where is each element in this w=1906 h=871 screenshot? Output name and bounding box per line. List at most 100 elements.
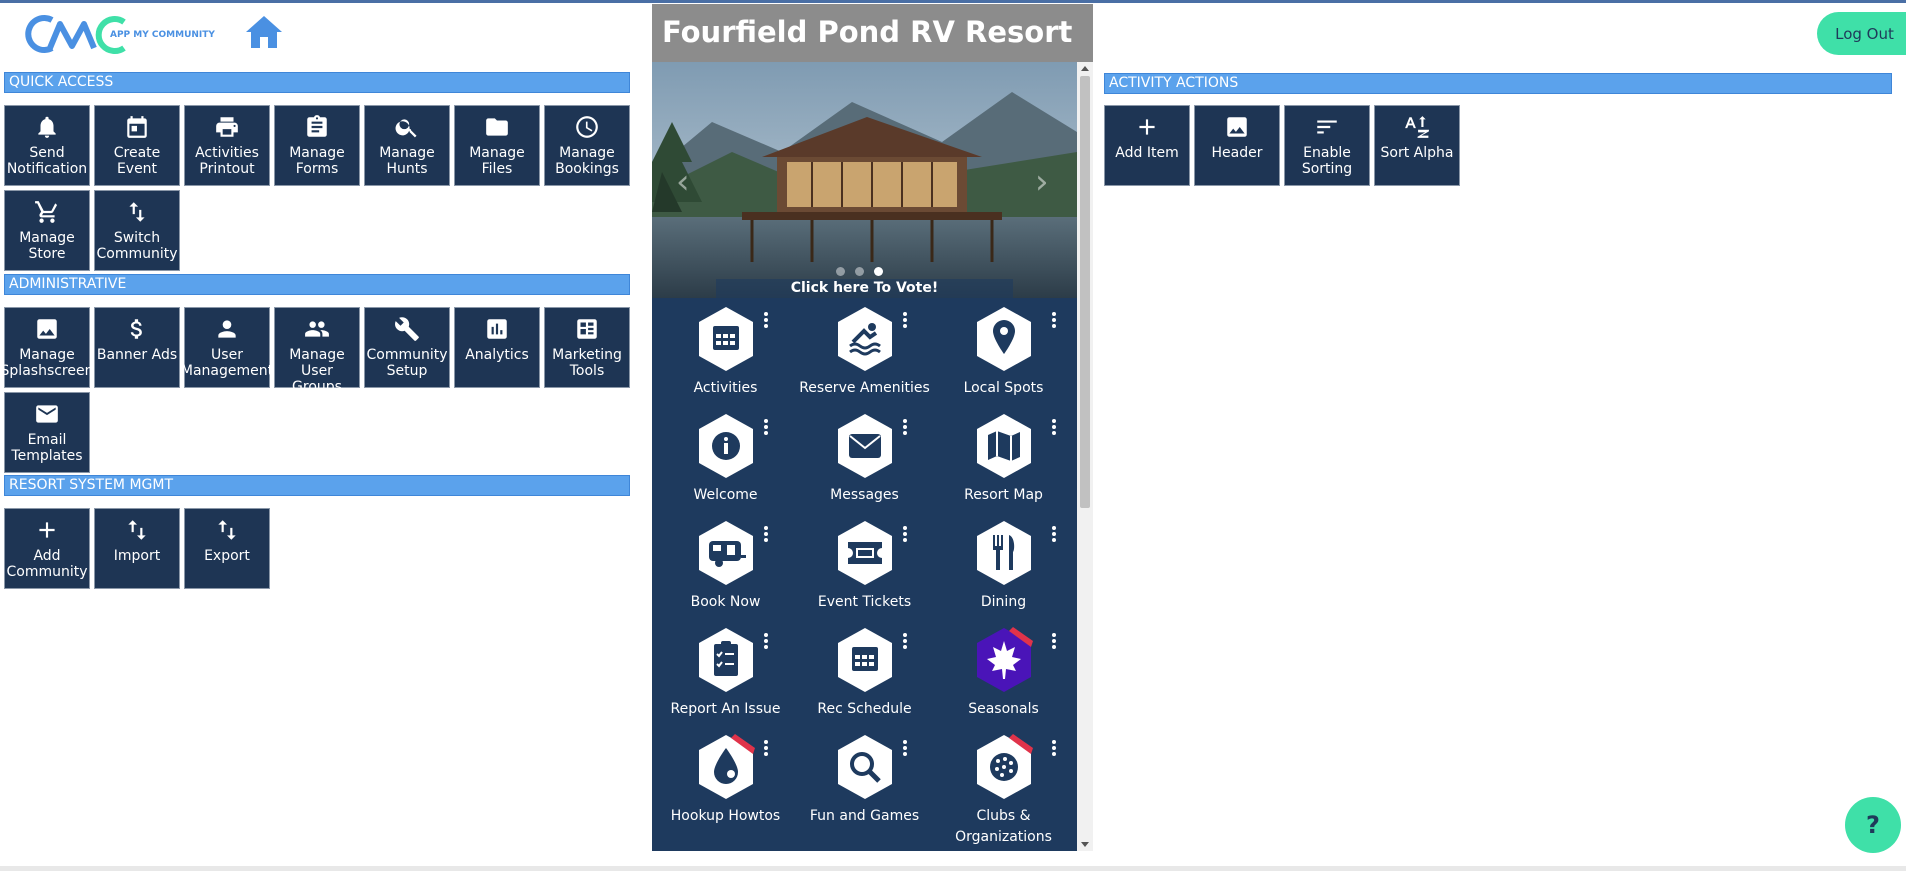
- app-fun-and-games[interactable]: Fun and Games: [791, 734, 938, 827]
- tile-label: Manage Files: [469, 145, 525, 177]
- app-report-an-issue[interactable]: Report An Issue: [652, 627, 799, 720]
- logout-button[interactable]: Log Out: [1817, 12, 1906, 55]
- tile-label: Sort Alpha: [1380, 145, 1454, 161]
- app-clubs-organizations[interactable]: Clubs & Organizations: [930, 734, 1077, 848]
- send-notification-button[interactable]: Send Notification: [4, 105, 90, 186]
- banner-ads-button[interactable]: Banner Ads: [94, 307, 180, 388]
- calendar-icon: [837, 628, 892, 692]
- app-more-icon[interactable]: [764, 740, 770, 756]
- app-more-icon[interactable]: [1052, 740, 1058, 756]
- app-reserve-amenities[interactable]: Reserve Amenities: [791, 306, 938, 399]
- app-label: Activities: [693, 380, 758, 396]
- manage-hunts-button[interactable]: Manage Hunts: [364, 105, 450, 186]
- app-more-icon[interactable]: [903, 633, 909, 649]
- app-messages[interactable]: Messages: [791, 413, 938, 506]
- header-button[interactable]: Header: [1194, 105, 1280, 186]
- app-label: Rec Schedule: [817, 701, 912, 717]
- app-more-icon[interactable]: [903, 419, 909, 435]
- community-setup-button[interactable]: Community Setup: [364, 307, 450, 388]
- app-hookup-howtos[interactable]: Hookup Howtos: [652, 734, 799, 827]
- manage-bookings-button[interactable]: Manage Bookings: [544, 105, 630, 186]
- app-more-icon[interactable]: [1052, 633, 1058, 649]
- app-more-icon[interactable]: [764, 526, 770, 542]
- app-more-icon[interactable]: [903, 526, 909, 542]
- user-management-button[interactable]: User Management: [181, 307, 273, 388]
- carousel-next-icon[interactable]: ›: [1035, 162, 1049, 202]
- resort-lodge-image: [652, 62, 1077, 298]
- email-templates-button[interactable]: Email Templates: [4, 392, 90, 473]
- carousel-dot[interactable]: [855, 267, 864, 276]
- app-welcome[interactable]: Welcome: [652, 413, 799, 506]
- app-book-now[interactable]: Book Now: [652, 520, 799, 613]
- app-resort-map[interactable]: Resort Map: [930, 413, 1077, 506]
- app-dining[interactable]: Dining: [930, 520, 1077, 613]
- app-more-icon[interactable]: [1052, 419, 1058, 435]
- phone-content: ‹ › Click here To Vote! Activities Reser…: [652, 62, 1077, 851]
- tile-label: Switch Community: [96, 230, 178, 262]
- marketing-tools-button[interactable]: Marketing Tools: [544, 307, 630, 388]
- calendar-icon: [698, 307, 753, 371]
- camper-icon: [698, 521, 753, 585]
- tile-label: Activities Printout: [195, 145, 259, 177]
- chart-icon: [487, 319, 507, 339]
- app-my-community-logo[interactable]: APP MY COMMUNITY: [16, 12, 226, 56]
- manage-files-button[interactable]: Manage Files: [454, 105, 540, 186]
- tile-label: Manage Bookings: [555, 145, 619, 177]
- banner-carousel[interactable]: ‹ › Click here To Vote!: [652, 62, 1077, 298]
- export-button[interactable]: Export: [184, 508, 270, 589]
- app-event-tickets[interactable]: Event Tickets: [791, 520, 938, 613]
- app-activities[interactable]: Activities: [652, 306, 799, 399]
- enable-sorting-button[interactable]: Enable Sorting: [1284, 105, 1370, 186]
- manage-user-groups-button[interactable]: Manage User Groups: [274, 307, 360, 395]
- app-more-icon[interactable]: [903, 740, 909, 756]
- create-event-button[interactable]: Create Event: [94, 105, 180, 186]
- app-more-icon[interactable]: [764, 633, 770, 649]
- scroll-up-icon[interactable]: [1081, 66, 1089, 71]
- tile-label: Add Community: [6, 548, 88, 580]
- carousel-prev-icon[interactable]: ‹: [676, 162, 690, 202]
- manage-forms-button[interactable]: Manage Forms: [274, 105, 360, 186]
- app-label: Seasonals: [968, 701, 1039, 717]
- clipboard-icon: [307, 115, 327, 137]
- manage-splashscreen-button[interactable]: Manage Splashscreen: [1, 307, 93, 388]
- info-icon: [698, 414, 753, 478]
- activities-printout-button[interactable]: Activities Printout: [184, 105, 270, 186]
- app-more-icon[interactable]: [764, 419, 770, 435]
- sort-alpha-button[interactable]: Sort Alpha: [1374, 105, 1460, 186]
- manage-store-button[interactable]: Manage Store: [4, 190, 90, 271]
- switch-community-button[interactable]: Switch Community: [94, 190, 180, 271]
- carousel-dot[interactable]: [836, 267, 845, 276]
- app-label: Resort Map: [964, 487, 1043, 503]
- help-button[interactable]: ?: [1845, 797, 1901, 853]
- home-icon[interactable]: [244, 14, 284, 50]
- tile-label: Header: [1211, 145, 1263, 161]
- scroll-thumb[interactable]: [1080, 76, 1090, 508]
- add-community-button[interactable]: Add Community: [4, 508, 90, 589]
- sort-icon: [1317, 120, 1337, 134]
- carousel-dots: [836, 267, 883, 276]
- tile-label: Create Event: [113, 145, 161, 177]
- add-item-button[interactable]: Add Item: [1104, 105, 1190, 186]
- maple-leaf-icon: [976, 627, 1033, 692]
- app-more-icon[interactable]: [1052, 312, 1058, 328]
- checklist-icon: [698, 628, 753, 692]
- mail-icon: [36, 405, 58, 423]
- app-more-icon[interactable]: [1052, 526, 1058, 542]
- swimmer-icon: [837, 307, 892, 371]
- fork-knife-icon: [976, 521, 1031, 585]
- app-rec-schedule[interactable]: Rec Schedule: [791, 627, 938, 720]
- phone-scrollbar[interactable]: [1077, 62, 1093, 851]
- app-more-icon[interactable]: [764, 312, 770, 328]
- app-seasonals[interactable]: Seasonals: [930, 627, 1077, 720]
- import-button[interactable]: Import: [94, 508, 180, 589]
- scroll-down-icon[interactable]: [1081, 842, 1089, 847]
- carousel-dot-active[interactable]: [874, 267, 883, 276]
- app-more-icon[interactable]: [903, 312, 909, 328]
- app-label: Welcome: [693, 487, 758, 503]
- dollar-icon: [130, 319, 142, 339]
- analytics-button[interactable]: Analytics: [454, 307, 540, 388]
- app-label: Book Now: [690, 594, 761, 610]
- vote-link[interactable]: Click here To Vote!: [716, 279, 1013, 298]
- app-local-spots[interactable]: Local Spots: [930, 306, 1077, 399]
- bottom-border: [0, 866, 1906, 871]
